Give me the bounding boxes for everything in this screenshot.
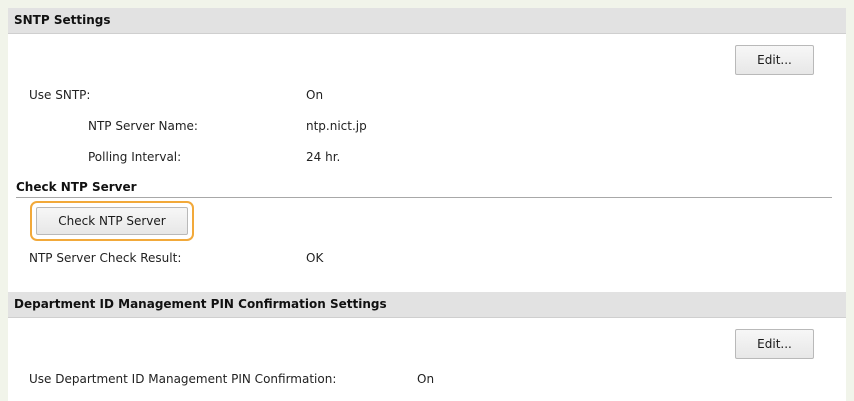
ntp-check-result-label: NTP Server Check Result: [29,251,182,265]
ntp-server-name-value: ntp.nict.jp [306,119,367,133]
use-department-pin-value: On [417,372,435,386]
polling-interval-value: 24 hr. [306,150,341,164]
sntp-edit-button[interactable]: Edit... [735,45,814,75]
use-sntp-label: Use SNTP: [29,88,91,102]
use-department-pin-label: Use Department ID Management PIN Confirm… [29,372,337,386]
check-ntp-divider [16,197,832,198]
check-ntp-server-heading: Check NTP Server [16,180,137,194]
sntp-settings-title: SNTP Settings [14,13,111,27]
ntp-check-result-value: OK [306,251,324,265]
use-sntp-value: On [306,88,324,102]
ntp-server-name-label: NTP Server Name: [88,119,198,133]
check-ntp-server-button[interactable]: Check NTP Server [36,207,188,235]
settings-panel: SNTP Settings Edit... Use SNTP: On NTP S… [8,8,846,401]
sntp-settings-header: SNTP Settings [8,8,846,34]
polling-interval-label: Polling Interval: [88,150,182,164]
department-pin-header: Department ID Management PIN Confirmatio… [8,292,846,318]
department-pin-title: Department ID Management PIN Confirmatio… [14,297,387,311]
department-edit-button[interactable]: Edit... [735,329,814,359]
